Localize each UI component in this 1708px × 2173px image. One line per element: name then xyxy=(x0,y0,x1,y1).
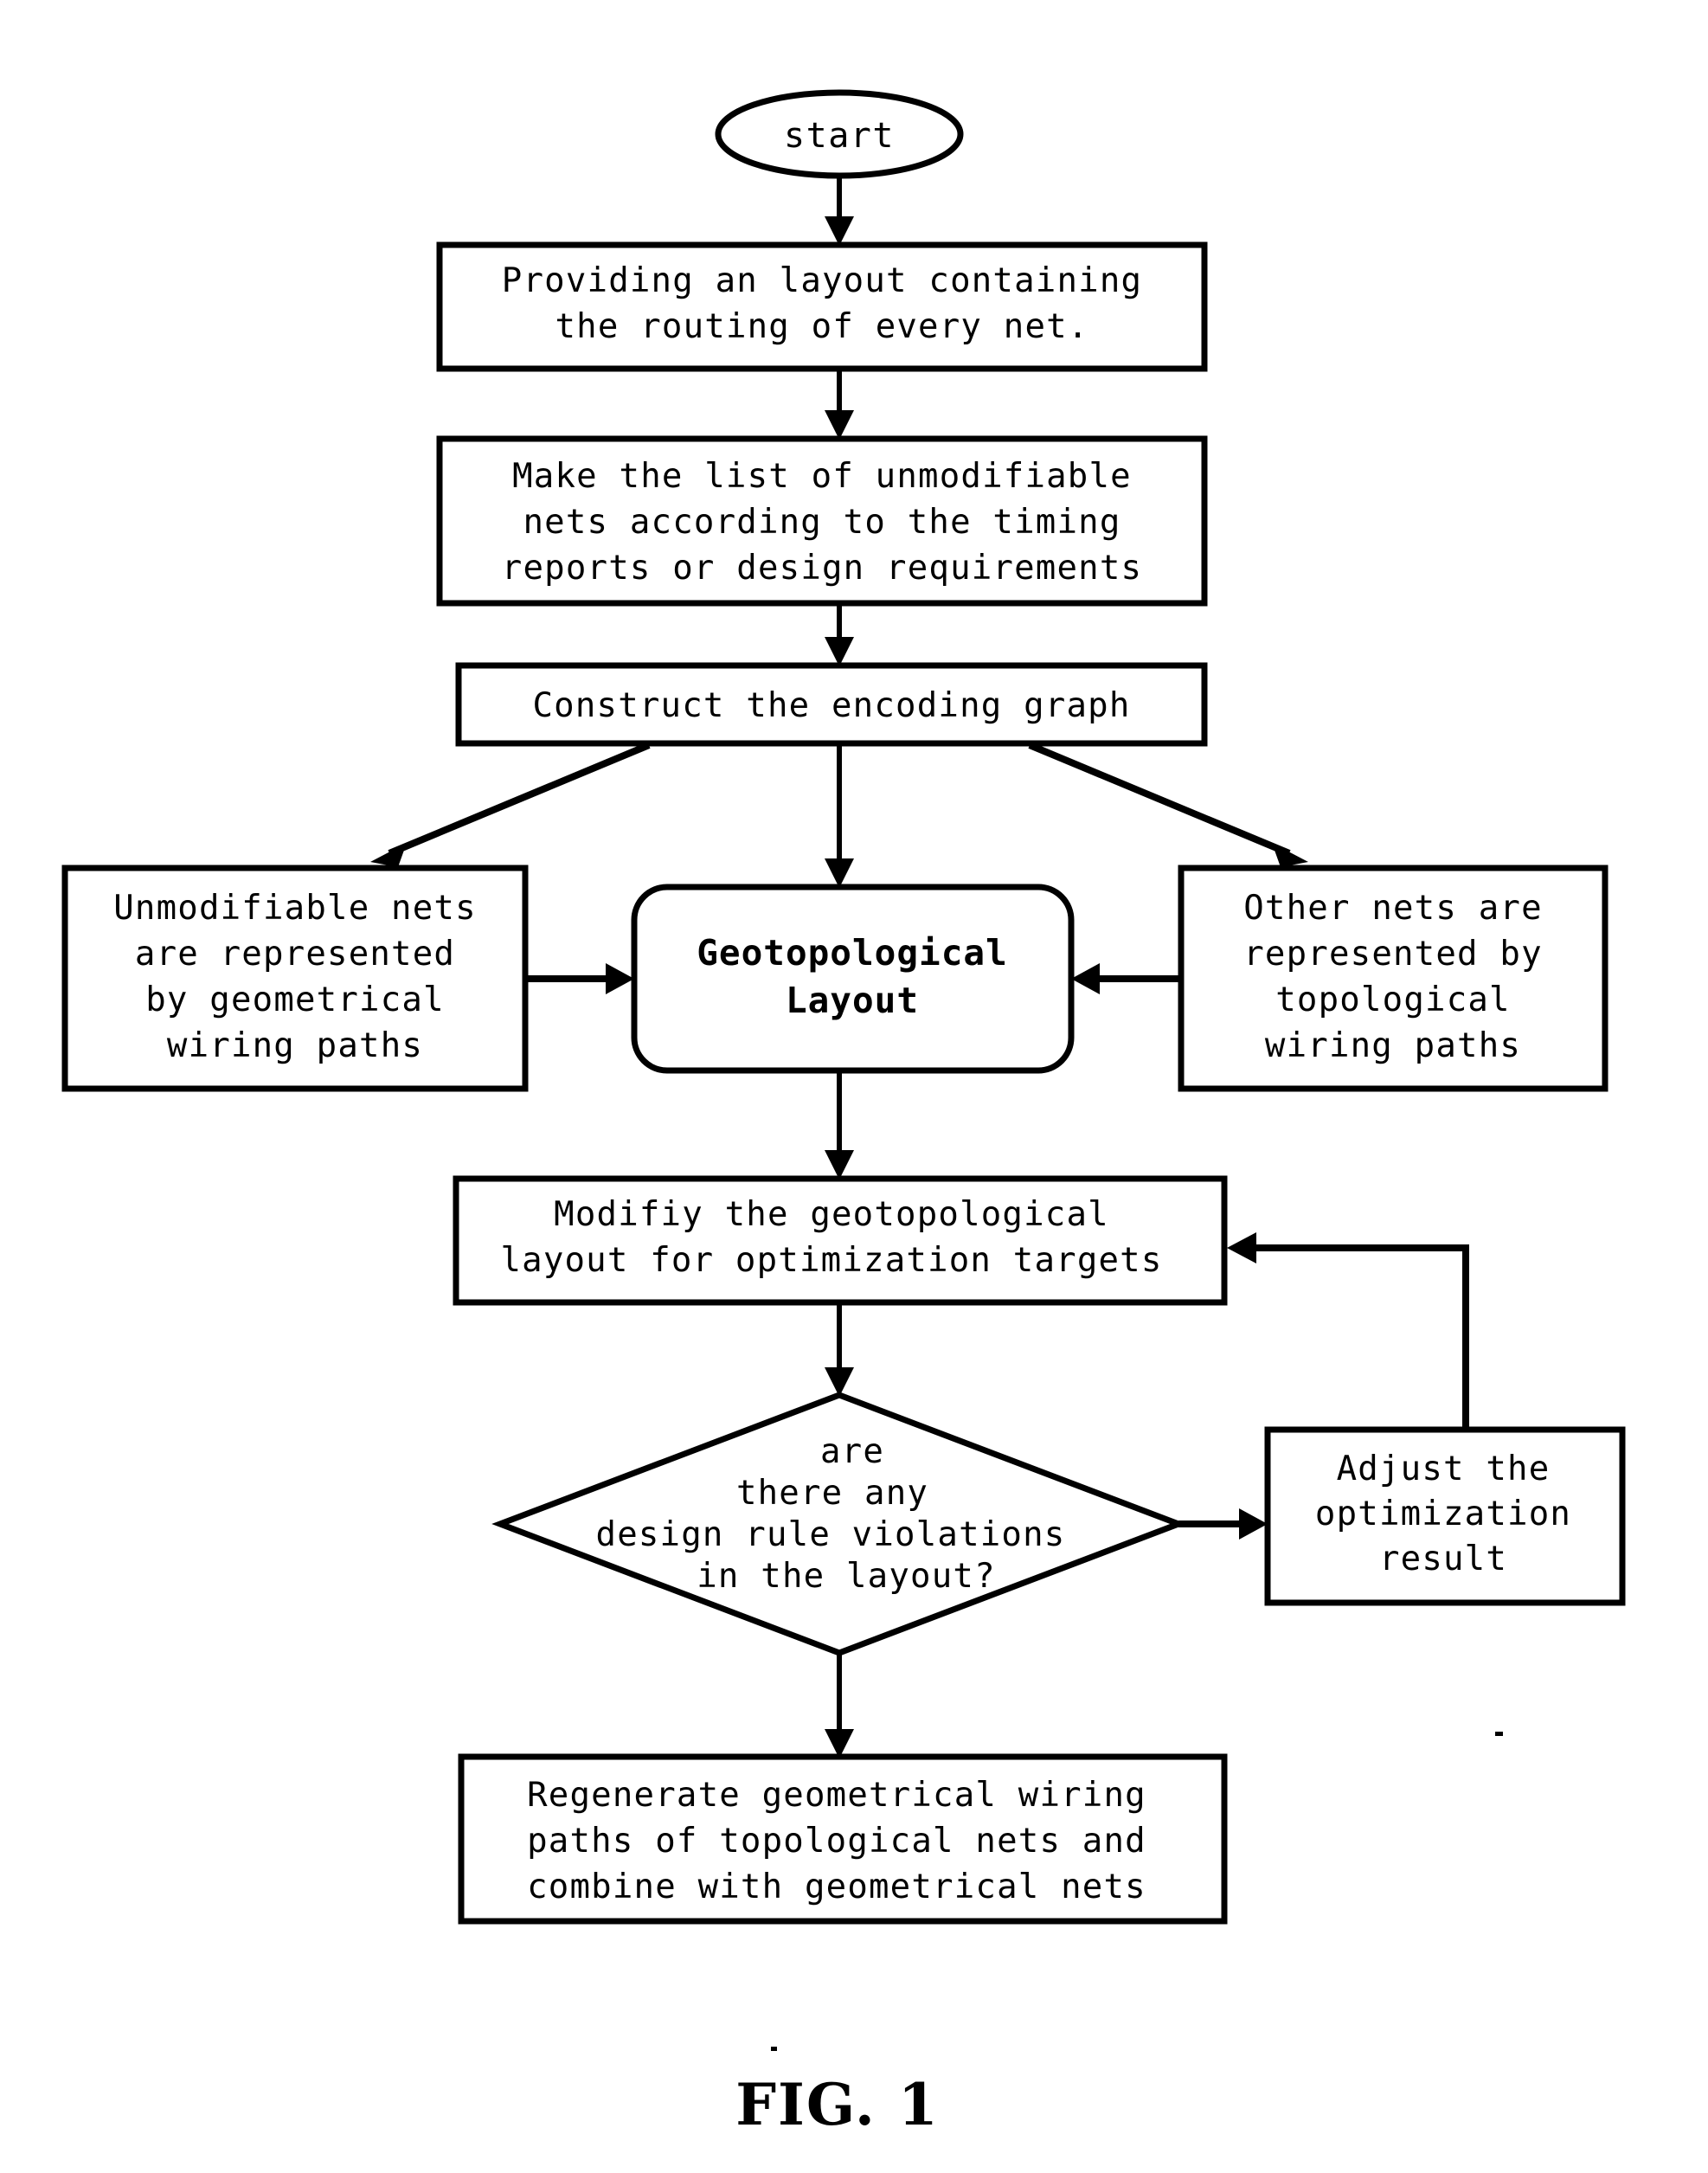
geotopological-layout-line-1: Geotopological xyxy=(697,932,1008,974)
make-list-line-3: reports or design requirements xyxy=(502,549,1142,588)
adjust-result-line-1: Adjust the xyxy=(1337,1450,1551,1488)
provide-layout-line-1: Providing an layout containing xyxy=(502,261,1142,300)
unmodifiable-nets-line-4: wiring paths xyxy=(167,1026,423,1065)
unmodifiable-nets-line-2: are represented xyxy=(135,935,455,974)
decision-violations-line-2: there any xyxy=(736,1474,928,1513)
regenerate-paths-line-3: combine with geometrical nets xyxy=(527,1868,1146,1906)
figure-caption: FIG. 1 xyxy=(735,2071,940,2138)
scan-speck-caption xyxy=(771,2047,777,2051)
other-nets-line-4: wiring paths xyxy=(1265,1026,1521,1065)
flowchart-diagram: start Providing an layout containing the… xyxy=(61,89,1626,2138)
edge-decision-to-regenerate xyxy=(825,1653,854,1758)
edge-geotopological-to-modify xyxy=(825,1070,854,1180)
regenerate-paths-line-2: paths of topological nets and xyxy=(527,1822,1146,1861)
node-adjust-result: Adjust the optimization result xyxy=(1264,1426,1626,1606)
modify-layout-line-2: layout for optimization targets xyxy=(500,1241,1162,1280)
patent-figure: start Providing an layout containing the… xyxy=(0,0,1708,2173)
node-provide-layout: Providing an layout containing the routi… xyxy=(436,241,1208,372)
edge-construct-to-unmodifiable xyxy=(370,742,651,867)
other-nets-line-1: Other nets are xyxy=(1243,889,1543,928)
regenerate-paths-line-1: Regenerate geometrical wiring xyxy=(527,1776,1146,1815)
modify-layout-line-1: Modifiy the geotopological xyxy=(554,1195,1109,1234)
node-modify-layout: Modifiy the geotopological layout for op… xyxy=(453,1175,1228,1306)
node-other-nets: Other nets are represented by topologica… xyxy=(1178,865,1608,1092)
node-decision-violations: are there any design rule violations in … xyxy=(491,1392,1187,1656)
edge-other-to-geotopological xyxy=(1071,963,1181,994)
scan-speck-right xyxy=(1495,1732,1503,1736)
edge-unmodifiable-to-geotopological xyxy=(525,963,634,994)
edge-modify-to-decision xyxy=(825,1302,854,1397)
edge-construct-to-geotopological xyxy=(825,745,854,888)
node-unmodifiable-nets: Unmodifiable nets are represented by geo… xyxy=(61,865,529,1092)
make-list-line-1: Make the list of unmodifiable xyxy=(512,457,1132,496)
other-nets-line-3: topological xyxy=(1275,980,1510,1019)
node-geotopological-layout: Geotopological Layout xyxy=(631,884,1075,1074)
edge-construct-to-other xyxy=(1028,742,1308,867)
decision-violations-line-1: are xyxy=(820,1432,884,1471)
edge-provide-to-make xyxy=(825,369,854,440)
node-start: start xyxy=(715,89,964,179)
provide-layout-line-2: the routing of every net. xyxy=(555,307,1089,346)
unmodifiable-nets-line-3: by geometrical xyxy=(145,980,445,1019)
geotopological-layout-box-shape xyxy=(631,884,1075,1074)
construct-graph-line-1: Construct the encoding graph xyxy=(532,686,1130,725)
decision-violations-line-4: in the layout? xyxy=(697,1557,996,1596)
adjust-result-line-2: optimization xyxy=(1315,1495,1571,1533)
unmodifiable-nets-line-1: Unmodifiable nets xyxy=(113,889,477,928)
make-list-line-2: nets according to the timing xyxy=(523,503,1120,542)
adjust-result-line-3: result xyxy=(1379,1540,1507,1578)
other-nets-line-2: represented by xyxy=(1243,935,1543,974)
edge-decision-to-adjust xyxy=(1178,1508,1268,1540)
node-construct-graph: Construct the encoding graph xyxy=(455,662,1208,747)
node-regenerate-paths: Regenerate geometrical wiring paths of t… xyxy=(458,1753,1228,1925)
node-make-list: Make the list of unmodifiable nets accor… xyxy=(436,435,1208,607)
edge-start-to-provide xyxy=(825,176,854,246)
decision-violations-line-3: design rule violations xyxy=(596,1515,1066,1554)
edge-make-to-construct xyxy=(825,603,854,666)
geotopological-layout-line-2: Layout xyxy=(786,980,919,1021)
edge-adjust-to-modify-feedback xyxy=(1227,1232,1469,1430)
start-label: start xyxy=(784,116,895,156)
